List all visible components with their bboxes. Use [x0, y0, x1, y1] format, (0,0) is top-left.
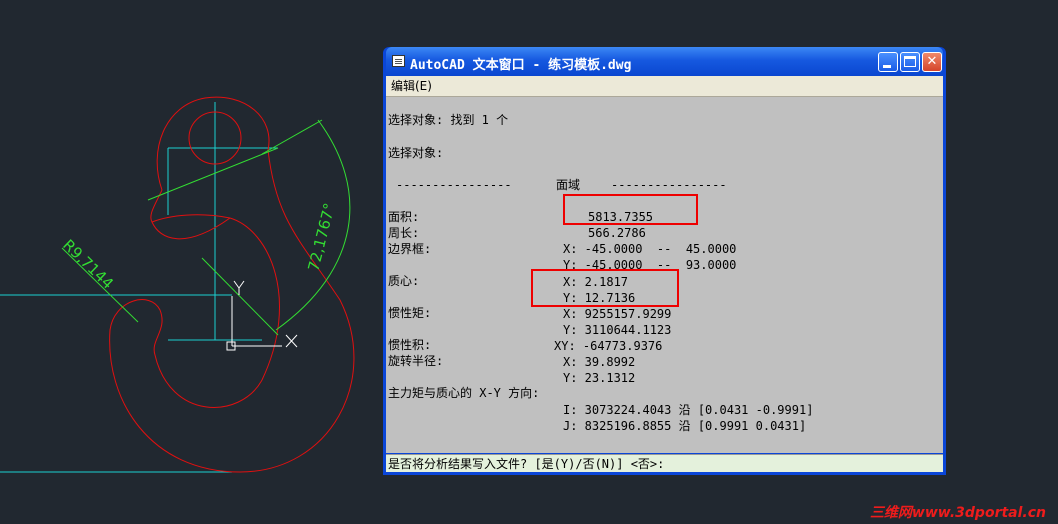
minimize-button[interactable] — [878, 52, 898, 72]
moi-label: 惯性矩: — [388, 306, 432, 320]
moi-y: Y: 3110644.1123 — [563, 323, 672, 337]
perimeter-label: 周长: — [388, 226, 420, 240]
menu-edit[interactable]: 编辑(E) — [391, 79, 432, 93]
select-prompt-line: 选择对象: — [388, 146, 444, 160]
console-output[interactable]: 选择对象: 找到 1 个 选择对象: ---------------- 面域 -… — [386, 97, 943, 453]
hook-eye-outline — [156, 96, 270, 191]
maximize-button[interactable] — [900, 52, 920, 72]
menu-bar: 编辑(E) — [386, 76, 943, 97]
close-button[interactable]: ✕ — [922, 52, 942, 72]
hook-upper-inner — [150, 189, 231, 223]
window-title: AutoCAD 文本窗口 - 练习模板.dwg — [410, 58, 632, 73]
section-title: 面域 — [556, 178, 581, 192]
bbox-x: X: -45.0000 -- 45.0000 — [563, 242, 737, 256]
gyration-label: 旋转半径: — [388, 354, 444, 368]
hook-tip — [151, 217, 231, 240]
poi-label: 惯性积: — [388, 338, 432, 352]
gyration-x: X: 39.8992 — [563, 355, 636, 369]
principal-j: J: 8325196.8855 沿 [0.9991 0.0431] — [563, 419, 807, 433]
watermark: 三维网www.3dportal.cn — [869, 505, 1046, 521]
divider-left: ---------------- — [396, 178, 512, 192]
angle-ext-line2 — [261, 119, 323, 155]
maximize-icon — [904, 56, 916, 67]
select-found-line: 选择对象: 找到 1 个 — [388, 113, 509, 127]
moi-x: X: 9255157.9299 — [563, 307, 672, 321]
poi-xy: XY: -64773.9376 — [554, 339, 663, 353]
divider-right: ---------------- — [611, 178, 727, 192]
gyration-y: Y: 23.1312 — [563, 371, 636, 385]
angle-dimension-label: 72,1767° — [304, 201, 338, 273]
centroid-highlight-box — [531, 269, 679, 307]
ucs-y-mark-b — [238, 280, 245, 289]
principal-i: I: 3073224.4043 沿 [0.0431 -0.9991] — [563, 403, 814, 417]
title-bar[interactable]: AutoCAD 文本窗口 - 练习模板.dwg ✕ — [386, 47, 943, 76]
hook-inner-throat — [229, 217, 280, 381]
area-highlight-box — [563, 194, 698, 225]
text-window-icon — [392, 55, 405, 67]
bbox-label: 边界框: — [388, 242, 432, 256]
area-label: 面积: — [388, 210, 420, 224]
radius-dimension-label: R9,7144 — [59, 236, 117, 293]
principal-label: 主力矩与质心的 X-Y 方向: — [388, 386, 540, 400]
minimize-icon — [883, 65, 891, 68]
angle-leader — [201, 257, 279, 336]
close-icon: ✕ — [926, 54, 938, 69]
ucs-y-mark-a — [233, 280, 240, 289]
text-window[interactable]: AutoCAD 文本窗口 - 练习模板.dwg ✕ 编辑(E) 选择对象: 找到… — [383, 47, 946, 475]
command-line[interactable]: 是否将分析结果写入文件? [是(Y)/否(N)] <否>: — [386, 454, 943, 472]
centroid-label: 质心: — [388, 274, 420, 288]
perimeter-value: 566.2786 — [588, 226, 646, 240]
